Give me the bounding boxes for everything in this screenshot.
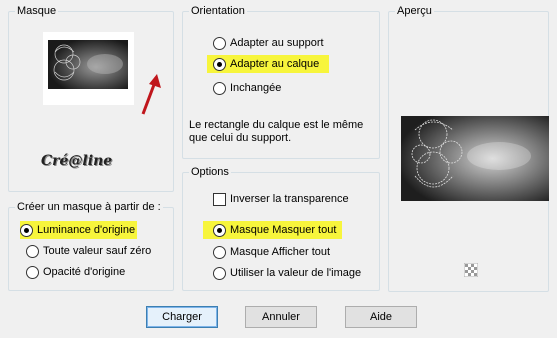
orientation-note: Le rectangle du calque est le même que c… [189,119,364,144]
radio-opacite-indicator[interactable] [26,265,39,279]
creer-title: Créer un masque à partir de : [15,200,163,214]
checkbox-inverser-indicator[interactable] [213,192,226,206]
radio-adapter-support-label: Adapter au support [230,37,324,49]
apercu-preview-image [401,116,549,201]
watermark-logo: Cré@line [41,153,113,169]
radio-luminance-label: Luminance d'origine [37,224,136,236]
radio-toute-valeur-label: Toute valeur sauf zéro [43,245,152,257]
radio-adapter-calque-label: Adapter au calque [230,58,320,70]
radio-adapter-calque-indicator[interactable] [213,57,226,71]
masque-group: Masque Cré@line [8,4,174,192]
radio-masquer-tout-label: Masque Masquer tout [230,224,337,236]
creer-group: Créer un masque à partir de : Luminance … [8,200,174,291]
radio-adapter-support[interactable]: Adapter au support [213,34,324,52]
radio-inchangee[interactable]: Inchangée [213,79,281,97]
radio-afficher-tout-label: Masque Afficher tout [230,246,331,258]
radio-adapter-calque[interactable]: Adapter au calque [207,55,330,73]
radio-toute-valeur[interactable]: Toute valeur sauf zéro [26,242,151,260]
apercu-group: Aperçu [388,4,549,292]
radio-opacite[interactable]: Opacité d'origine [26,263,125,281]
radio-opacite-label: Opacité d'origine [43,266,126,278]
transparency-checker-icon[interactable] [464,263,478,277]
radio-masquer-tout[interactable]: Masque Masquer tout [203,221,343,239]
charger-button[interactable]: Charger [146,306,218,328]
radio-inchangee-indicator[interactable] [213,81,226,95]
radio-valeur-image-indicator[interactable] [213,266,226,280]
radio-valeur-image-label: Utiliser la valeur de l'image [230,267,362,279]
options-group: Options Inverser la transparence Masque … [182,165,380,291]
orientation-title: Orientation [189,4,247,18]
radio-afficher-tout[interactable]: Masque Afficher tout [213,243,330,261]
radio-toute-valeur-indicator[interactable] [26,244,39,258]
radio-luminance[interactable]: Luminance d'origine [20,221,138,239]
radio-adapter-support-indicator[interactable] [213,36,226,50]
radio-luminance-indicator[interactable] [20,223,33,237]
radio-afficher-tout-indicator[interactable] [213,245,226,259]
mask-thumbnail[interactable] [43,32,134,105]
mask-preview-image [48,40,128,89]
red-arrow-icon [141,74,161,115]
annuler-button[interactable]: Annuler [245,306,317,328]
radio-inchangee-label: Inchangée [230,82,282,94]
radio-valeur-image[interactable]: Utiliser la valeur de l'image [213,264,361,282]
masque-title: Masque [15,4,59,18]
apercu-title: Aperçu [395,4,434,18]
radio-masquer-tout-indicator[interactable] [213,223,226,237]
aide-button[interactable]: Aide [345,306,417,328]
options-title: Options [189,165,231,179]
checkbox-inverser-label: Inverser la transparence [230,193,349,205]
orientation-group: Orientation Adapter au support Adapter a… [182,4,380,159]
checkbox-inverser[interactable]: Inverser la transparence [213,190,349,208]
